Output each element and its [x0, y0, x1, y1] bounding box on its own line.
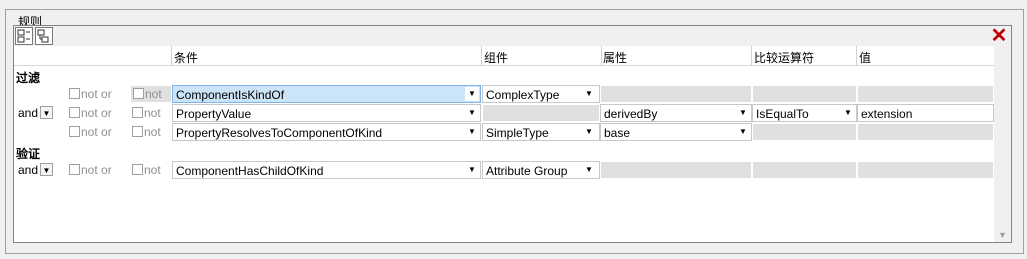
condition-select[interactable]: PropertyResolvesToComponentOfKind ▼ [172, 123, 481, 141]
not-cell: not [130, 123, 172, 141]
col-attribute: 属性 [603, 51, 628, 65]
not-or-label: not or [81, 87, 112, 101]
not-cell: not [130, 104, 172, 122]
not-checkbox[interactable] [132, 126, 143, 137]
component-select[interactable]: SimpleType ▼ [482, 123, 600, 141]
dropdown-arrow-icon[interactable]: ▼ [582, 87, 596, 101]
dropdown-arrow-icon[interactable]: ▼ [465, 125, 479, 139]
value-input[interactable]: extension [857, 104, 994, 122]
condition-select[interactable]: PropertyValue ▼ [172, 104, 481, 122]
operator-cell [752, 123, 857, 141]
divider [751, 46, 752, 65]
not-or-checkbox[interactable] [69, 126, 80, 137]
append-rule-icon [37, 29, 49, 43]
dropdown-arrow-icon[interactable]: ▼ [841, 106, 855, 120]
not-cell: not [130, 85, 172, 103]
component-select[interactable]: Attribute Group ▼ [482, 161, 600, 179]
dropdown-arrow-icon[interactable]: ▼ [40, 106, 53, 119]
rules-panel: ✕ 条件 组件 属性 比较运算符 值 过滤 not or not Compone… [13, 25, 1012, 243]
not-or-label: not or [81, 106, 112, 120]
col-value: 值 [859, 51, 872, 65]
not-or-label: not or [81, 125, 112, 139]
table-row: not or not ComponentIsKindOf ▼ ComplexTy… [14, 85, 994, 103]
not-or-checkbox[interactable] [69, 107, 80, 118]
dropdown-arrow-icon[interactable]: ▼ [465, 87, 479, 101]
append-rule-button[interactable] [35, 27, 53, 45]
not-label: not [144, 106, 161, 120]
not-or-label: not or [81, 163, 112, 177]
table-row: and ▼ not or not ComponentHasChildOfKind… [14, 161, 994, 179]
vertical-scrollbar[interactable]: ▼ [994, 46, 1011, 242]
component-select[interactable]: ComplexType ▼ [482, 85, 600, 103]
section-filter: 过滤 [16, 71, 41, 85]
condition-select[interactable]: ComponentHasChildOfKind ▼ [172, 161, 481, 179]
insert-rule-button[interactable] [15, 27, 33, 45]
not-or-checkbox[interactable] [69, 164, 80, 175]
close-icon[interactable]: ✕ [990, 26, 1008, 46]
not-label: not [145, 87, 162, 101]
value-cell [857, 85, 994, 103]
component-cell [482, 104, 600, 122]
dropdown-arrow-icon[interactable]: ▼ [465, 163, 479, 177]
divider [171, 46, 172, 65]
dropdown-arrow-icon[interactable]: ▼ [736, 125, 750, 139]
value-cell [857, 161, 994, 179]
dropdown-arrow-icon[interactable]: ▼ [582, 125, 596, 139]
dropdown-arrow-icon[interactable]: ▼ [736, 106, 750, 120]
value-cell [857, 123, 994, 141]
col-condition: 条件 [174, 51, 199, 65]
toolbar: ✕ [14, 26, 1011, 47]
operator-cell [752, 161, 857, 179]
dropdown-arrow-icon[interactable]: ▼ [582, 163, 596, 177]
attribute-cell [600, 85, 752, 103]
operator-cell [752, 85, 857, 103]
col-component: 组件 [484, 51, 509, 65]
not-label: not [144, 163, 161, 177]
scroll-down-icon[interactable]: ▼ [998, 230, 1007, 240]
not-or-checkbox[interactable] [69, 88, 80, 99]
table-row: not or not PropertyResolvesToComponentOf… [14, 123, 994, 141]
column-header: 条件 组件 属性 比较运算符 值 [14, 46, 994, 66]
divider [601, 46, 602, 65]
divider [856, 46, 857, 65]
attribute-select[interactable]: derivedBy ▼ [600, 104, 752, 122]
condition-select[interactable]: ComponentIsKindOf ▼ [172, 85, 481, 103]
insert-rule-icon [17, 29, 30, 43]
not-cell: not [130, 161, 172, 179]
not-checkbox[interactable] [133, 88, 144, 99]
col-operator: 比较运算符 [754, 51, 815, 65]
not-checkbox[interactable] [132, 164, 143, 175]
section-validation: 验证 [16, 147, 41, 161]
table-row: and ▼ not or not PropertyValue ▼ derived… [14, 104, 994, 122]
dropdown-arrow-icon[interactable]: ▼ [40, 163, 53, 176]
operator-select[interactable]: IsEqualTo ▼ [752, 104, 857, 122]
not-label: not [144, 125, 161, 139]
attribute-select[interactable]: base ▼ [600, 123, 752, 141]
divider [481, 46, 482, 65]
not-checkbox[interactable] [132, 107, 143, 118]
dropdown-arrow-icon[interactable]: ▼ [465, 106, 479, 120]
attribute-cell [600, 161, 752, 179]
